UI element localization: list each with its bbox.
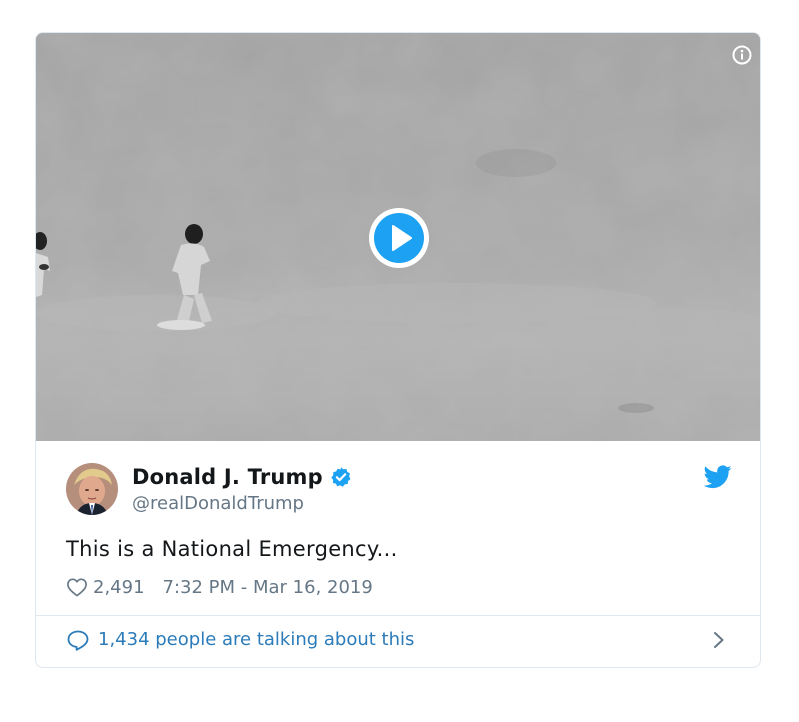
conversation-link[interactable]: 1,434 people are talking about this [36,616,760,667]
avatar[interactable] [66,463,118,515]
like-count[interactable]: 2,491 [93,577,145,598]
verified-badge-icon [331,467,351,487]
twitter-bird-icon[interactable] [704,465,732,489]
tweet-timestamp[interactable]: 7:32 PM - Mar 16, 2019 [163,577,373,598]
heart-icon[interactable] [66,577,88,597]
video-player[interactable] [36,33,760,441]
author-name-row[interactable]: Donald J. Trump [132,462,352,492]
talking-count-link[interactable]: 1,434 people are talking about this [98,629,414,650]
tweet-text: This is a National Emergency... [66,537,398,561]
play-button[interactable] [369,208,429,268]
info-icon[interactable] [732,45,752,65]
reply-bubble-icon [67,630,89,651]
play-icon [392,225,412,251]
author-screen-name[interactable]: @realDonaldTrump [132,493,304,514]
embedded-tweet-card[interactable]: Donald J. Trump @realDonaldTrump This is… [35,32,761,668]
tweet-meta: 2,491 7:32 PM - Mar 16, 2019 [66,574,373,600]
chevron-right-icon[interactable] [712,630,726,650]
tweet-body: Donald J. Trump @realDonaldTrump This is… [36,441,760,667]
author-display-name[interactable]: Donald J. Trump [132,465,323,489]
